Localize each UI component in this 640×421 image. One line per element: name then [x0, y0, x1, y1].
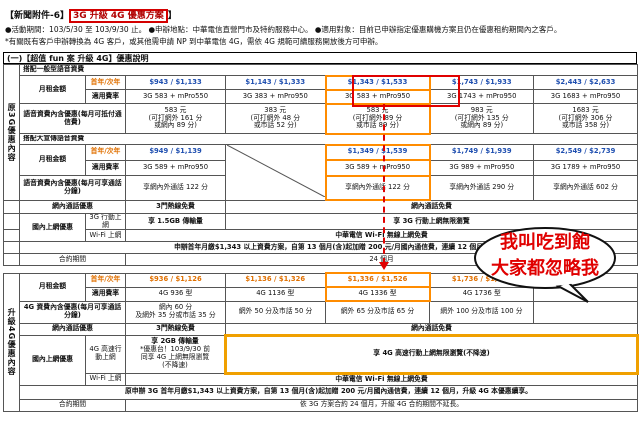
- domestic-label: 國內上網優惠: [19, 334, 86, 386]
- rate-cell-highlight: 4G 1336 型: [324, 286, 431, 302]
- applicable-rate-label: 適用費率: [85, 286, 126, 302]
- voice-cell: 1683 元 (可打網外 306 分或市話 358 分): [532, 103, 639, 134]
- side-label-4g: 升級4G優惠內容: [3, 272, 20, 412]
- title-prefix: 【新聞附件-6】: [5, 11, 69, 21]
- domestic-label: 國內上網優惠: [19, 212, 86, 243]
- voice-cell: 網外 100 分及市話 100 分: [429, 300, 534, 324]
- price-cell-highlight: $1,349 / $1,539: [324, 143, 431, 162]
- voice-label: 4G 資費內含優惠(每月可享通話分鐘): [19, 300, 126, 324]
- voice-cell: 583 元 (可打網外 161 分或網內 89 分): [125, 103, 226, 134]
- wifi-value: 中華電信 Wi-Fi 無線上網免費: [125, 372, 638, 386]
- voice2-cell: 享網內外通話 290 分: [429, 175, 534, 201]
- header-info-line: ●活動期間：103/5/30 至 103/9/30 止。 ●申辦地點：中華電信直…: [5, 25, 562, 34]
- col-year-label: 首年/次年: [85, 144, 126, 161]
- header-note-line: *有關既有客戶申辦轉換為 4G 客戶，或其他需申請 NP 到中華電信 4G，需依…: [5, 37, 383, 46]
- col-year-label: 首年/次年: [85, 75, 126, 90]
- rate-cell: 3G 1743 + mPro950: [429, 89, 534, 104]
- price-cell: $2,549 / $2,739: [532, 144, 639, 161]
- rate-cell: 4G 1136 型: [225, 286, 326, 302]
- g3-label: 3G 行動上網: [85, 212, 126, 231]
- g4-value2: 享 4G 高速行動上網無限瀏覽(不降速): [224, 333, 639, 375]
- g3-value: 享 1.5GB 傳輸量: [125, 212, 226, 231]
- voice-cell: 983 元 (可打網外 135 分或網內 89 分): [429, 103, 534, 134]
- voice-label: 語音資費內含優惠(每月可抵付通信費): [19, 103, 126, 134]
- row-label-monthly: 月租金額: [19, 143, 86, 177]
- intranet-label: 網內通話優惠: [19, 199, 126, 214]
- intranet-value: 3門熱線免費: [125, 199, 226, 214]
- applicable-rate-label: 適用費率: [85, 159, 126, 177]
- rate-cell: 3G 583 + mPro550: [125, 89, 226, 104]
- footer-note: 原申辦 3G 首年月繳$1,343 以上資費方案，自第 13 個月(含)起加贈 …: [19, 384, 638, 400]
- title-highlight: 3G 升級 4G 優惠方案: [69, 9, 168, 23]
- contract-value: 依 3G 方案合約 24 個月，升級 4G 合約期間不延長。: [125, 398, 638, 412]
- voice-cell: 383 元 (可打網外 48 分或市話 52 分): [225, 103, 326, 134]
- row-label-monthly: 月租金額: [19, 272, 86, 302]
- subsection-general: 搭配一般型語音資費: [18, 64, 639, 76]
- title-suffix: 】: [167, 11, 177, 21]
- empty-cell: [225, 144, 326, 201]
- g4-value: 享 2GB 傳輸量 *優惠台！103/9/30 前同享 4G 上網無限瀏覽 (不降速…: [125, 334, 226, 374]
- rate-cell: 3G 1789 + mPro950: [532, 159, 639, 177]
- intranet-value2: 網內通話免費: [225, 322, 638, 336]
- arrow-line: [383, 104, 385, 264]
- price-cell: $943 / $1,133: [125, 75, 226, 90]
- arrow-head-icon: [379, 262, 389, 270]
- voice2-cell: 享網內外通話 602 分: [532, 175, 639, 201]
- diagonal-line: [226, 145, 325, 198]
- wifi-label: Wi-Fi 上網: [85, 372, 126, 386]
- voice-cell: 網內 60 分及網外 35 分或市話 35 分: [125, 300, 226, 324]
- rate-cell-highlight: 3G 583 + mPro950: [324, 88, 431, 105]
- price-cell-highlight: $1,336 / $1,526: [324, 272, 431, 288]
- rate-cell: 3G 589 + mPro950: [125, 159, 226, 177]
- rate-cell: 4G 936 型: [125, 286, 226, 302]
- row-label-monthly: 月租金額: [19, 75, 86, 104]
- applicable-rate-label: 適用費率: [85, 89, 126, 104]
- speech-bubble: 我叫吃到飽 大家都忽略我: [470, 224, 620, 304]
- col-year-label: 首年/次年: [85, 272, 126, 288]
- g4-label: 4G 高速行動上網: [85, 334, 126, 374]
- voice-cell-highlight: 583 元 (可打網外 89 分或市話 89 分): [324, 102, 431, 135]
- contract-label: 合約期間: [19, 398, 126, 412]
- side-label-3g: 原3G優惠內容: [3, 64, 20, 201]
- bubble-line2: 大家都忽略我: [491, 258, 599, 279]
- voice2-cell-highlight: 享網內外通話 122 分: [324, 174, 431, 202]
- price-cell: $2,443 / $2,633: [532, 75, 639, 90]
- price-cell: $1,143 / $1,333: [225, 75, 326, 90]
- rate-cell: 3G 989 + mPro950: [429, 159, 534, 177]
- voice2-cell: 享網內外通話 122 分: [125, 175, 226, 201]
- rate-cell: 3G 1683 + mPro950: [532, 89, 639, 104]
- intranet-value: 3門熱線免費: [125, 322, 226, 336]
- subsection-promo: 搭配大宣傳語音資費: [18, 133, 639, 145]
- price-cell: $1,743 / $1,933: [429, 75, 534, 90]
- rate-cell: 3G 383 + mPro950: [225, 89, 326, 104]
- intranet-value2: 網內通話免費: [224, 199, 639, 214]
- price-cell: $1,749 / $1,939: [429, 144, 534, 161]
- rate-cell-highlight: 3G 589 + mPro950: [324, 159, 431, 177]
- voice-cell: 網外 65 分及市話 65 分: [325, 300, 430, 324]
- wifi-label: Wi-Fi 上網: [85, 229, 126, 243]
- section-title: (一)【超值 fun 案 升級 4G】優惠說明: [3, 52, 637, 64]
- intranet-label: 網內通話優惠: [19, 322, 126, 336]
- bubble-line1: 我叫吃到飽: [500, 232, 590, 253]
- price-cell: $949 / $1,139: [125, 144, 226, 161]
- price-cell: $1,136 / $1,326: [225, 272, 326, 288]
- document-title: 【新聞附件-6】 3G 升級 4G 優惠方案】: [5, 8, 177, 23]
- contract-label: 合約期間: [19, 253, 126, 267]
- price-cell-highlight: $1,343 / $1,533: [324, 74, 431, 91]
- voice-cell: 網外 50 分及市話 50 分: [225, 300, 326, 324]
- voice2-label: 語音資費內含優惠(每月可享通話分鐘): [19, 175, 126, 201]
- price-cell: $936 / $1,126: [125, 272, 226, 288]
